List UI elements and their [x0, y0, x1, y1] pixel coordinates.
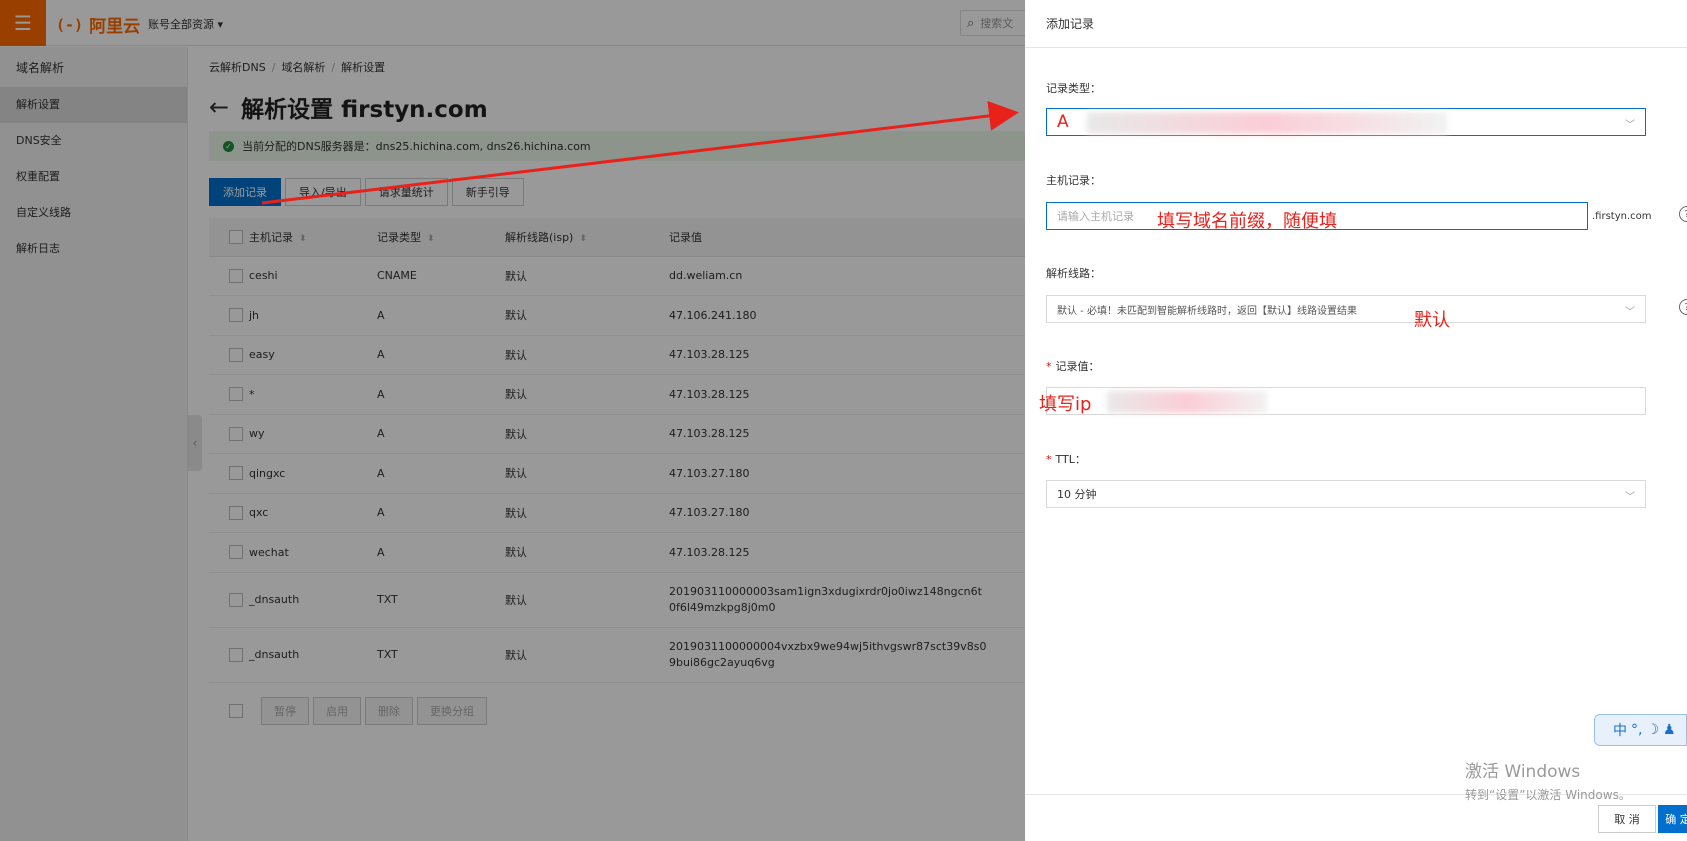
resolve-line-label: 解析线路： [1046, 267, 1101, 280]
record-type-select[interactable]: A ﹀ [1046, 108, 1646, 136]
record-value-field: * 记录值： [1046, 358, 1671, 415]
ttl-label: * TTL： [1046, 453, 1086, 466]
chevron-down-icon: ﹀ [1625, 120, 1635, 131]
resolve-line-value: 默认 - 必填！未匹配到智能解析线路时，返回【默认】线路设置结果 [1057, 305, 1357, 317]
redacted-blur [1107, 391, 1267, 413]
help-icon[interactable]: ? [1679, 206, 1687, 222]
annotation-host-note: 填写域名前缀，随便填 [1157, 211, 1337, 232]
windows-activation-watermark: 激活 Windows 转到“设置”以激活 Windows。 [1465, 757, 1631, 803]
help-icon[interactable]: ? [1679, 299, 1687, 315]
ttl-value: 10 分钟 [1057, 488, 1097, 501]
chevron-down-icon: ﹀ [1625, 307, 1635, 318]
host-record-field: 主机记录： 请输入主机记录 .firstyn.com ? [1046, 172, 1687, 230]
moon-icon: ☽ [1646, 722, 1660, 738]
redacted-blur [1087, 112, 1447, 134]
skin-icon: ♟ [1663, 722, 1676, 738]
drawer-title: 添加记录 [1025, 0, 1687, 48]
ttl-field: * TTL： 10 分钟 ﹀ [1046, 451, 1671, 508]
confirm-button[interactable]: 确 定 [1658, 805, 1687, 833]
ime-toolbar[interactable]: 中 °, ☽ ♟ [1594, 714, 1687, 746]
ime-mode-label: 中 [1613, 723, 1627, 739]
watermark-line2: 转到“设置”以激活 Windows。 [1465, 788, 1631, 802]
watermark-line1: 激活 Windows [1465, 762, 1581, 782]
record-value-label: * 记录值： [1046, 360, 1100, 373]
ttl-select[interactable]: 10 分钟 ﹀ [1046, 480, 1646, 508]
cancel-button[interactable]: 取 消 [1598, 805, 1656, 833]
domain-suffix: .firstyn.com [1592, 211, 1652, 222]
record-value-input[interactable] [1046, 387, 1646, 415]
annotation-value-note: 填写ip [1039, 394, 1092, 415]
record-type-value: A [1057, 112, 1069, 132]
annotation-line-note: 默认 [1414, 310, 1450, 331]
record-type-field: 记录类型： A ﹀ [1046, 80, 1671, 136]
resolve-line-field: 解析线路： 默认 - 必填！未匹配到智能解析线路时，返回【默认】线路设置结果 ﹀… [1046, 265, 1687, 323]
host-record-label: 主机记录： [1046, 174, 1101, 187]
host-record-placeholder: 请输入主机记录 [1057, 210, 1134, 223]
ime-punctuation-icon: °, [1631, 722, 1643, 738]
record-type-label: 记录类型： [1046, 82, 1101, 95]
chevron-down-icon: ﹀ [1625, 492, 1635, 503]
add-record-drawer: 添加记录 记录类型： A ﹀ 主机记录： 请输入主机记录 .firstyn.co… [1025, 0, 1687, 841]
resolve-line-select[interactable]: 默认 - 必填！未匹配到智能解析线路时，返回【默认】线路设置结果 ﹀ [1046, 295, 1646, 323]
modal-overlay[interactable] [0, 0, 1025, 841]
